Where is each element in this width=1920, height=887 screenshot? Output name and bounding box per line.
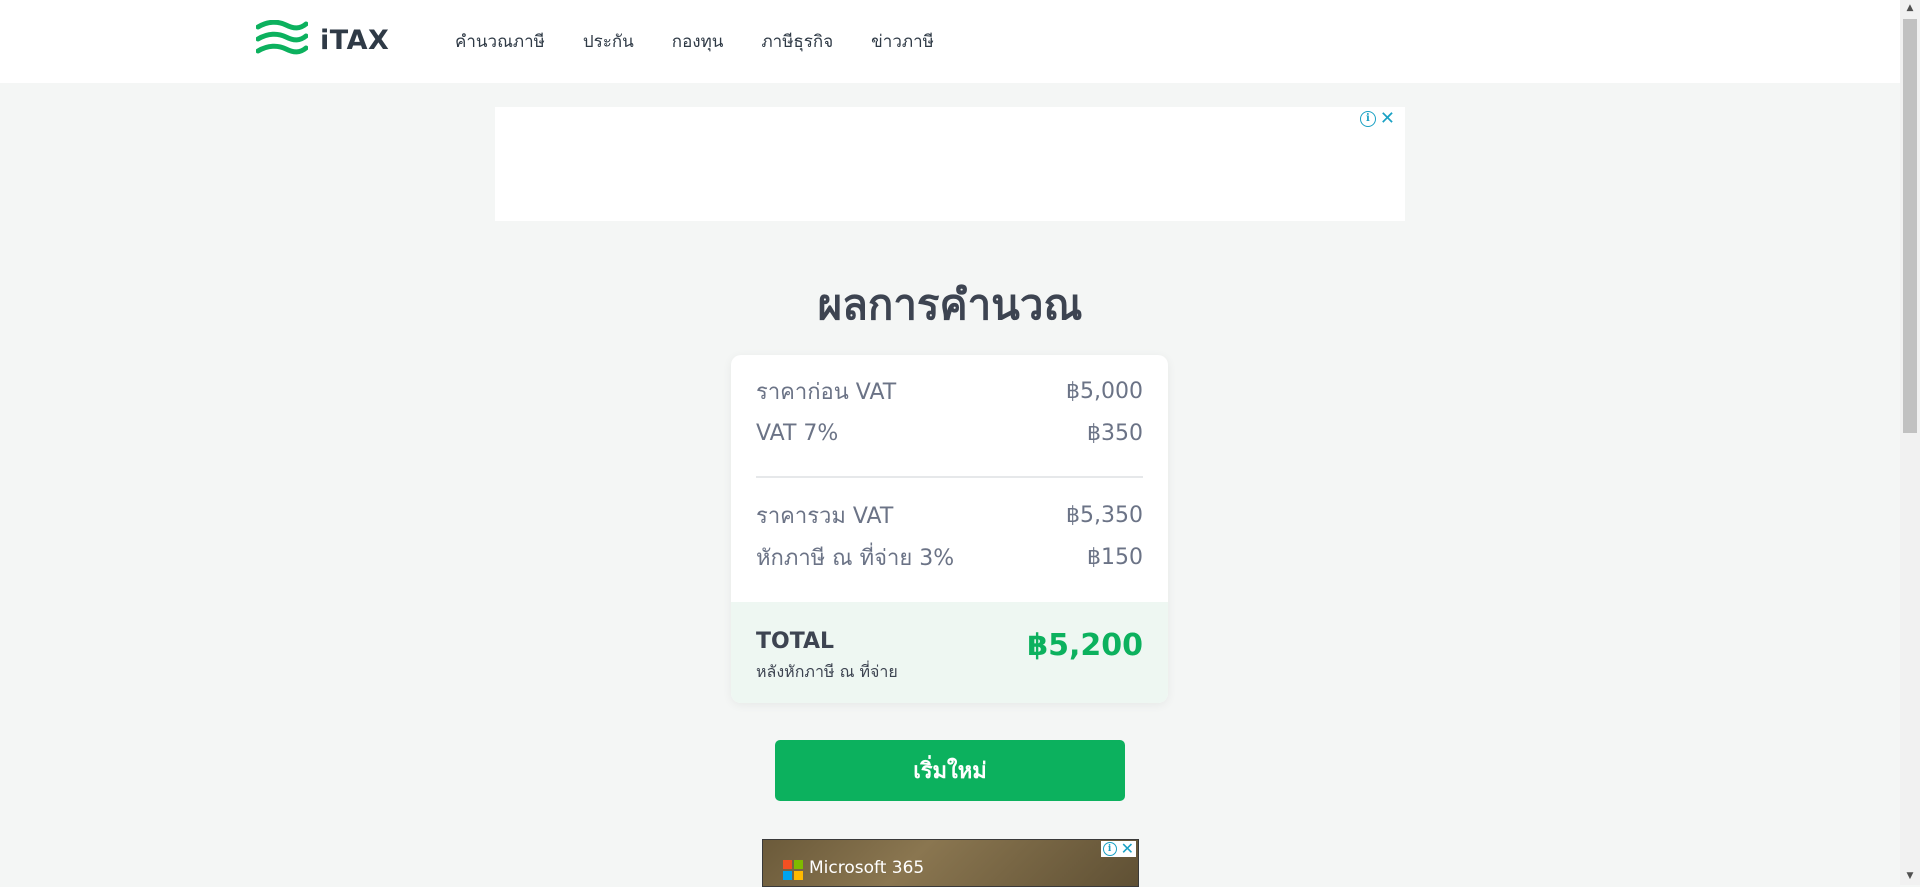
main-nav: คำนวณภาษี ประกัน กองทุน ภาษีธุรกิจ ข่าวภ…	[455, 28, 972, 56]
row-label: VAT 7%	[756, 420, 839, 446]
ad-info-icon[interactable]: i	[1102, 842, 1117, 856]
result-card: ราคาก่อน VAT ฿5,000 VAT 7% ฿350 ราคารวม …	[731, 355, 1168, 703]
row-label: ราคารวม VAT	[756, 503, 894, 529]
site-header: iTAX คำนวณภาษี ประกัน กองทุน ภาษีธุรกิจ …	[0, 0, 1900, 83]
ad-controls: i ✕	[1359, 110, 1395, 128]
scroll-up-arrow-icon[interactable]: ▲	[1900, 0, 1920, 17]
ad-brand-text: Microsoft 365	[809, 858, 925, 878]
page-scrollbar[interactable]: ▲ ▼	[1900, 0, 1920, 885]
divider	[756, 476, 1143, 478]
nav-item-business-tax[interactable]: ภาษีธุรกิจ	[761, 28, 833, 56]
row-label: หักภาษี ณ ที่จ่าย 3%	[756, 545, 955, 571]
nav-item-tax-calculator[interactable]: คำนวณภาษี	[455, 28, 545, 56]
ad-close-icon[interactable]: ✕	[1121, 841, 1134, 857]
total-sublabel: หลังหักภาษี ณ ที่จ่าย	[756, 662, 898, 681]
logo-text: iTAX	[320, 24, 390, 56]
row-price-before-vat: ราคาก่อน VAT ฿5,000	[756, 375, 1143, 407]
row-value: ฿150	[1087, 544, 1143, 570]
row-price-including-vat: ราคารวม VAT ฿5,350	[756, 499, 1143, 531]
row-value: ฿350	[1087, 420, 1143, 446]
total-label: TOTAL	[756, 629, 835, 654]
ad-banner-top[interactable]: i ✕	[495, 107, 1405, 221]
total-box: TOTAL หลังหักภาษี ณ ที่จ่าย ฿5,200	[731, 602, 1168, 703]
scroll-thumb[interactable]	[1903, 19, 1917, 433]
scroll-down-arrow-icon[interactable]: ▼	[1900, 868, 1920, 885]
total-value: ฿5,200	[1027, 628, 1143, 663]
restart-button[interactable]: เริ่มใหม่	[775, 740, 1125, 801]
row-value: ฿5,350	[1066, 502, 1143, 528]
itax-wave-icon	[256, 20, 308, 55]
nav-item-tax-news[interactable]: ข่าวภาษี	[871, 28, 934, 56]
row-vat: VAT 7% ฿350	[756, 417, 1143, 449]
ad-close-icon[interactable]: ✕	[1380, 110, 1395, 128]
ad-controls: i ✕	[1100, 841, 1136, 857]
ad-banner-bottom[interactable]: Microsoft 365 i ✕	[762, 839, 1139, 887]
ad-info-icon[interactable]: i	[1359, 111, 1376, 127]
page-title: ผลการคำนวณ	[817, 280, 1083, 329]
nav-item-funds[interactable]: กองทุน	[672, 28, 724, 56]
row-withholding-tax: หักภาษี ณ ที่จ่าย 3% ฿150	[756, 541, 1143, 573]
nav-item-insurance[interactable]: ประกัน	[583, 28, 634, 56]
row-value: ฿5,000	[1066, 378, 1143, 404]
row-label: ราคาก่อน VAT	[756, 379, 897, 405]
itax-logo[interactable]: iTAX	[256, 20, 389, 60]
microsoft-logo-icon	[783, 860, 803, 880]
